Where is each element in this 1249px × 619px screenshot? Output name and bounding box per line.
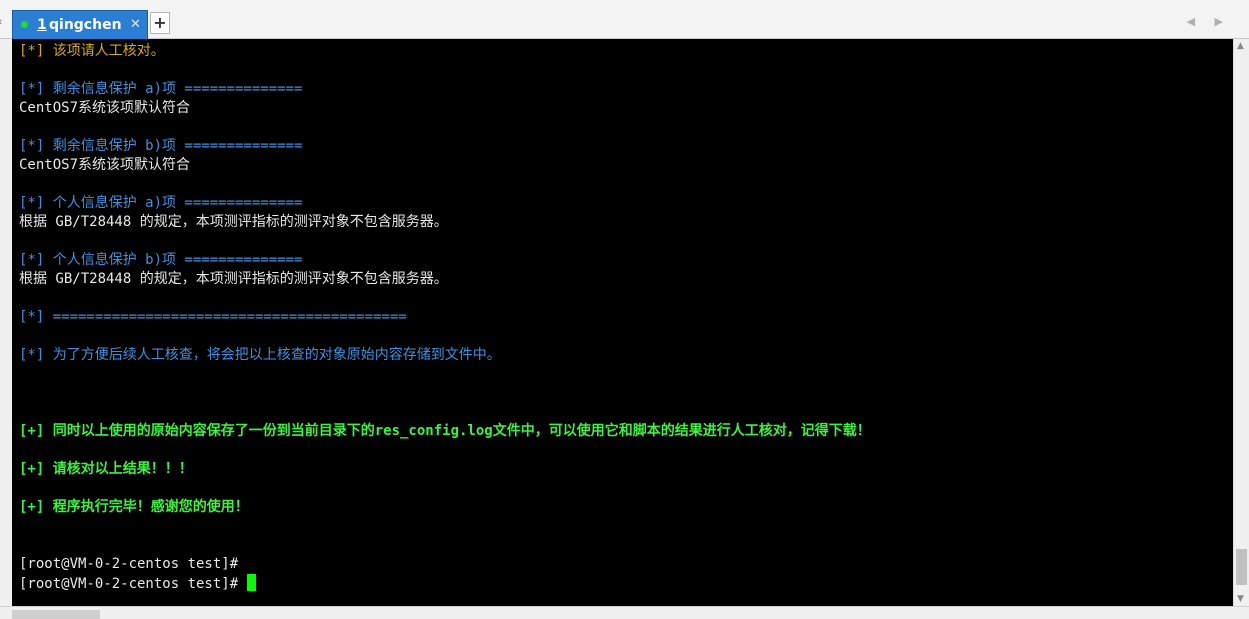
terminal-line: [+] 同时以上使用的原始内容保存了一份到当前目录下的res_config.lo…	[19, 423, 871, 439]
text-cursor	[246, 574, 256, 591]
terminal-line: [+] 程序执行完毕！感谢您的使用！	[19, 499, 249, 515]
terminal-line: [*] 剩余信息保护 a)项 ==============	[19, 81, 303, 97]
tab-number: 1	[37, 17, 47, 33]
add-tab-button[interactable]: +	[150, 12, 170, 34]
terminal-line: [*] 剩余信息保护 b)项 ==============	[19, 138, 303, 154]
scrollbar-thumb[interactable]	[1236, 549, 1247, 585]
tab-title: qingchen	[49, 17, 122, 33]
terminal-line: CentOS7系统该项默认符合	[19, 157, 191, 173]
terminal-line: [+] 请核对以上结果！！！	[19, 461, 193, 477]
terminal-line: [*] 该项请人工核对。	[19, 43, 165, 59]
terminal-line: [*] 个人信息保护 b)项 ==============	[19, 252, 303, 268]
terminal-line: CentOS7系统该项默认符合	[19, 100, 191, 116]
terminal-line: [*] ====================================…	[19, 309, 407, 325]
bottom-tab[interactable]	[12, 610, 100, 619]
terminal-line: 根据 GB/T28448 的规定，本项测评指标的测评对象不包含服务器。	[19, 271, 448, 287]
terminal-line: 根据 GB/T28448 的规定，本项测评指标的测评对象不包含服务器。	[19, 214, 448, 230]
terminal-prompt: [root@VM-0-2-centos test]#	[19, 576, 247, 592]
terminal-window: ‹ 1 qingchen ✕ + ◀ ▶ [*] 该项请人工核对。 [*] 剩余信…	[0, 0, 1249, 619]
vertical-scrollbar[interactable]: ▲ ▼	[1233, 39, 1249, 606]
tab-bar: ‹ 1 qingchen ✕ + ◀ ▶	[0, 0, 1249, 39]
terminal-line: [root@VM-0-2-centos test]#	[19, 556, 239, 572]
terminal-line: [*] 为了方便后续人工核查，将会把以上核查的对象原始内容存储到文件中。	[19, 347, 501, 363]
terminal-output[interactable]: [*] 该项请人工核对。 [*] 剩余信息保护 a)项 =============…	[12, 39, 1233, 606]
scroll-up-icon[interactable]: ▲	[1237, 41, 1244, 51]
tab-qingchen[interactable]: 1 qingchen ✕	[12, 10, 148, 39]
tab-nav-arrows-icon[interactable]: ◀ ▶	[1187, 15, 1231, 28]
connection-status-icon	[21, 21, 28, 28]
close-icon[interactable]: ✕	[130, 16, 141, 34]
terminal-prompt-line[interactable]: [root@VM-0-2-centos test]#	[19, 574, 1233, 593]
tab-scroll-left-icon[interactable]: ‹	[0, 15, 8, 29]
scroll-down-icon[interactable]: ▼	[1237, 594, 1244, 604]
terminal-line: [*] 个人信息保护 a)项 ==============	[19, 195, 303, 211]
status-strip	[0, 606, 1249, 619]
